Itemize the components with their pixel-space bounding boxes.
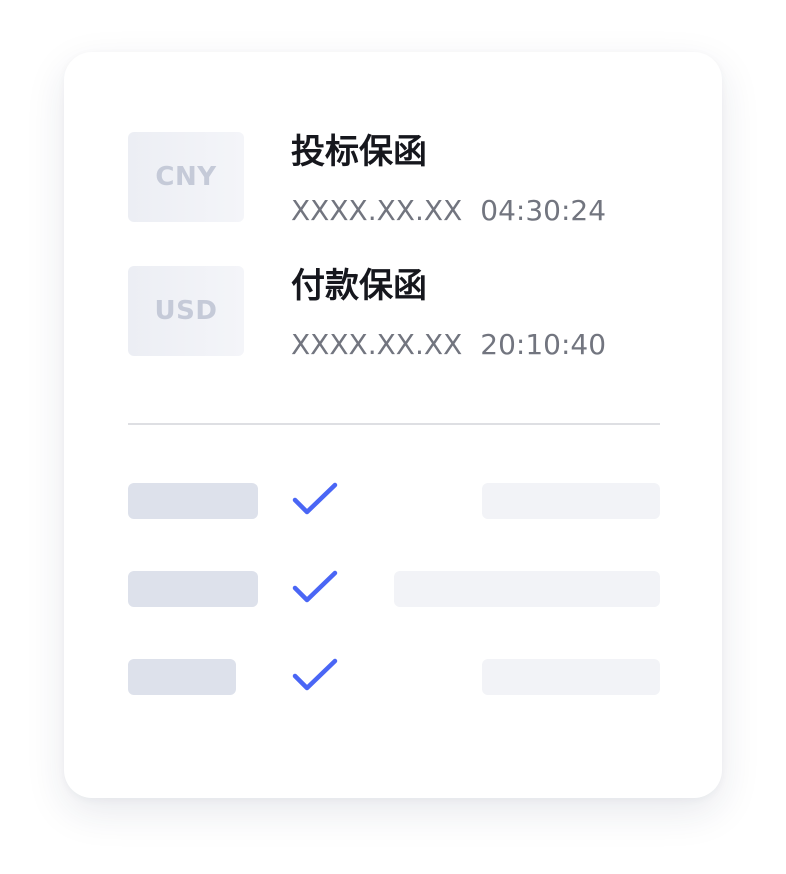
guarantee-date: XXXX.XX.XX	[291, 194, 463, 227]
guarantee-title: 投标保函	[291, 132, 427, 172]
checkmark-icon	[292, 658, 338, 691]
checkmark-stroke	[292, 570, 338, 603]
guarantee-time: 04:30:24	[480, 194, 607, 227]
guarantee-title: 付款保函	[291, 266, 427, 306]
checkmark-stroke	[292, 658, 338, 691]
currency-badge: USD	[128, 266, 244, 356]
guarantee-entry[interactable]: USD 付款保函 XXXX.XX.XX 20:10:40	[128, 266, 668, 361]
guarantee-entry[interactable]: CNY 投标保函 XXXX.XX.XX 04:30:24	[128, 132, 668, 227]
checklist-row	[128, 658, 660, 698]
checkmark-icon	[292, 482, 338, 515]
checkmark-stroke	[292, 482, 338, 515]
checkmark-icon	[292, 570, 338, 603]
guarantee-timestamp: XXXX.XX.XX 04:30:24	[291, 194, 606, 228]
label-placeholder	[128, 483, 258, 519]
value-placeholder	[394, 571, 660, 607]
label-placeholder	[128, 571, 258, 607]
value-placeholder	[482, 659, 660, 695]
value-placeholder	[482, 483, 660, 519]
checklist-row	[128, 482, 660, 522]
guarantee-date: XXXX.XX.XX	[291, 328, 463, 361]
section-divider	[128, 423, 660, 425]
guarantee-time: 20:10:40	[480, 328, 607, 361]
label-placeholder	[128, 659, 236, 695]
guarantee-card: CNY 投标保函 XXXX.XX.XX 04:30:24 USD 付款保函 XXX…	[64, 52, 722, 798]
guarantee-timestamp: XXXX.XX.XX 20:10:40	[291, 328, 606, 362]
currency-badge: CNY	[128, 132, 244, 222]
checklist-row	[128, 570, 660, 610]
